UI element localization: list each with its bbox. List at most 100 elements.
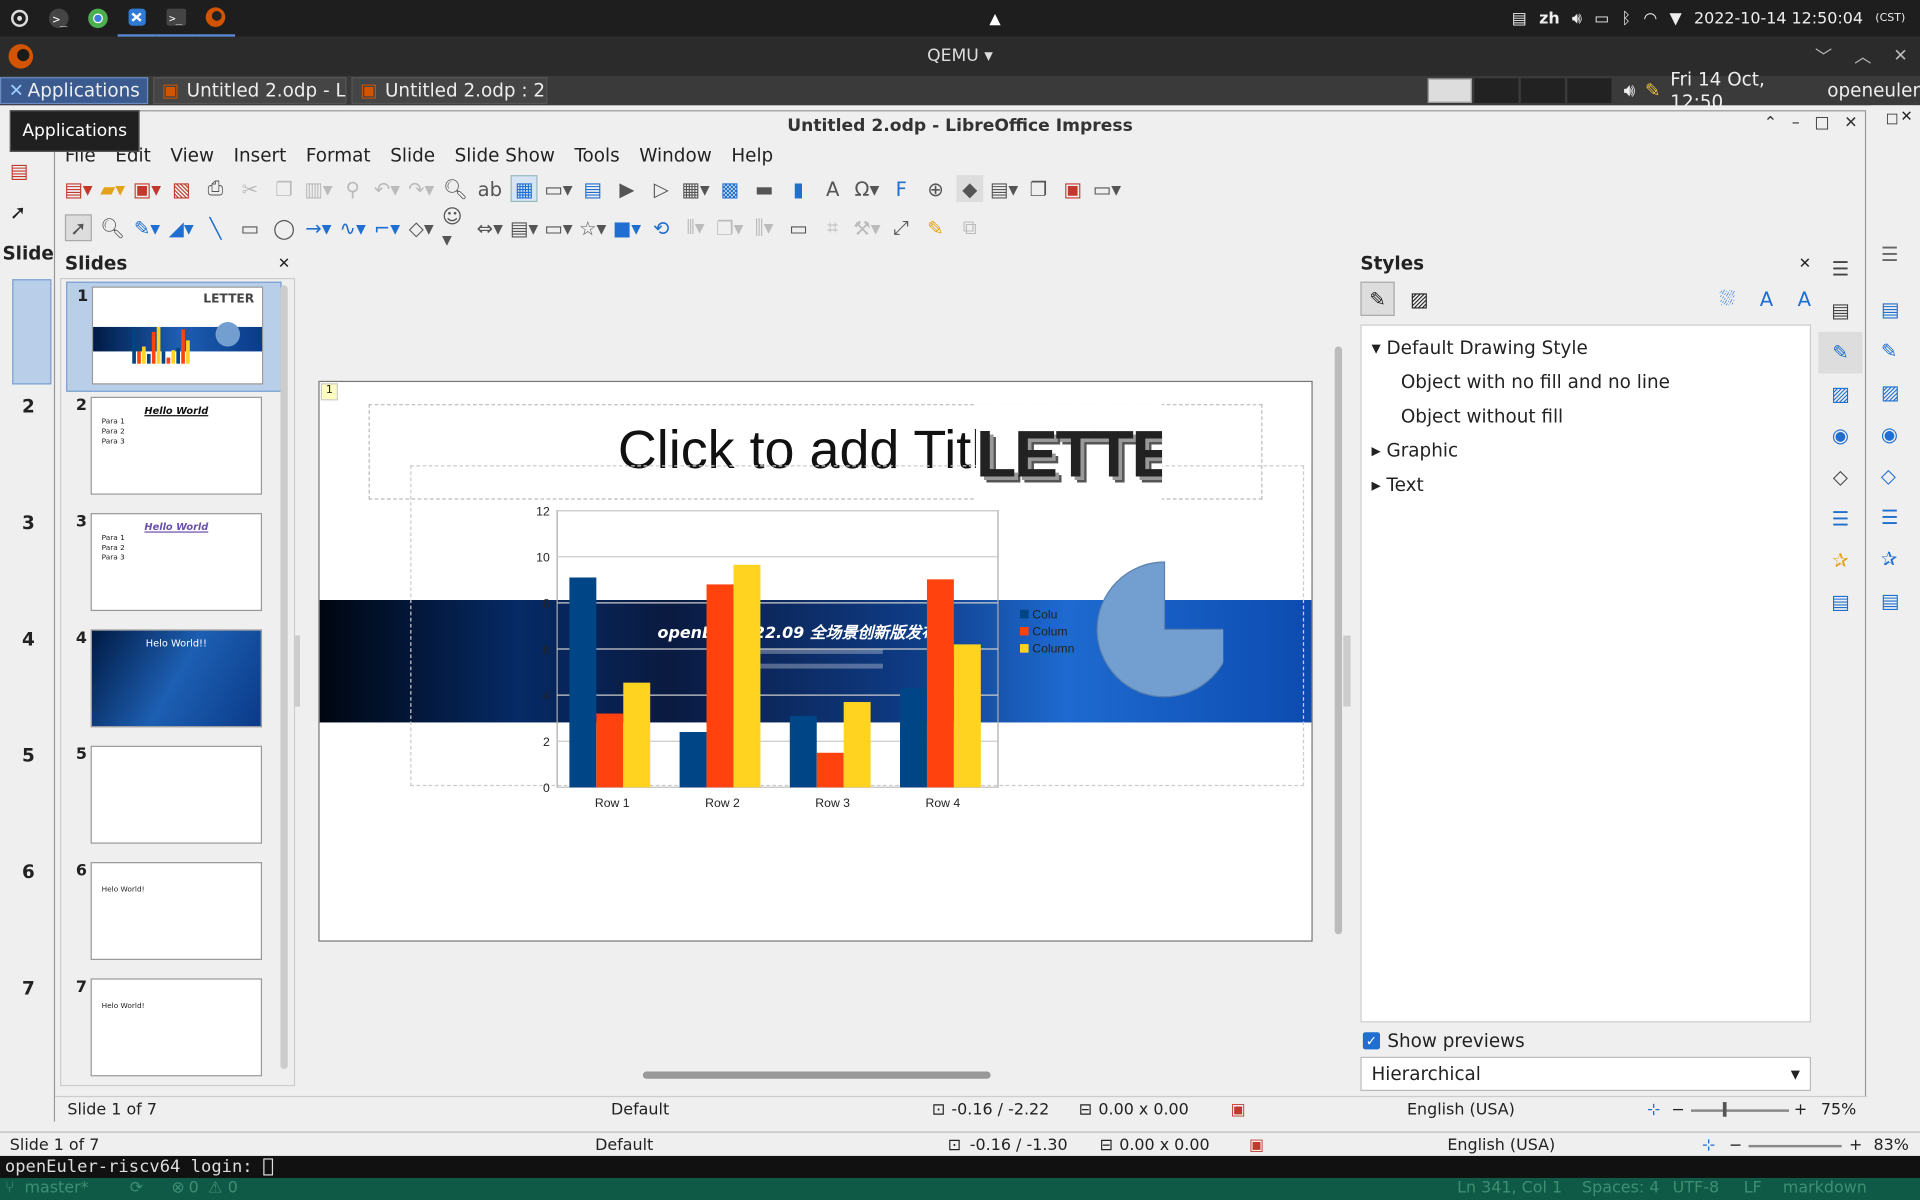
volume-icon[interactable]: 🔊︎ bbox=[1572, 9, 1582, 27]
pie-chart[interactable]: Colu Colum Column bbox=[1015, 553, 1224, 712]
slide-thumb-6[interactable]: 6 Helo World! bbox=[66, 857, 282, 973]
hyperlink-icon[interactable]: ⊕ bbox=[922, 175, 949, 202]
insert-media-icon[interactable]: ▬ bbox=[751, 175, 778, 202]
start-current-slide-icon[interactable]: ▷ bbox=[648, 175, 675, 202]
slides-panel-close-icon[interactable]: ✕ bbox=[278, 255, 290, 272]
eol[interactable]: LF bbox=[1744, 1178, 1762, 1200]
workspace-switcher[interactable] bbox=[1427, 78, 1612, 103]
bar-chart[interactable]: 0 2 4 6 8 10 12 Row 1 Row 2 Row 3 Row 4 bbox=[516, 498, 1006, 816]
stars-icon[interactable]: ☆▾ bbox=[579, 214, 606, 241]
indentation[interactable]: Spaces: 4 bbox=[1582, 1178, 1659, 1200]
expand-right-icon[interactable]: ▸ bbox=[1371, 474, 1380, 496]
fit-slide-icon[interactable]: ⊹ bbox=[1647, 1101, 1660, 1119]
encoding[interactable]: UTF-8 bbox=[1673, 1178, 1719, 1200]
panel-user[interactable]: openeuler bbox=[1827, 80, 1920, 102]
filter-icon[interactable]: ⚒▾ bbox=[853, 214, 880, 241]
wifi-icon[interactable]: ◠ bbox=[1643, 9, 1657, 27]
tree-style-no-fill-no-line[interactable]: Object with no fill and no line bbox=[1371, 365, 1800, 399]
errors-count[interactable]: 0 bbox=[189, 1178, 199, 1200]
slide-transition-tab-icon[interactable]: ▤ bbox=[1818, 582, 1862, 624]
window-minimize-icon[interactable]: – bbox=[1792, 114, 1800, 132]
chrome-app-icon[interactable] bbox=[78, 0, 117, 37]
slide-thumb-4[interactable]: 4 Helo World!! bbox=[66, 624, 282, 740]
menu-tools[interactable]: Tools bbox=[565, 144, 630, 166]
ellipse-tool-icon[interactable]: ◯ bbox=[271, 214, 298, 241]
back-status-language[interactable]: English (USA) bbox=[1447, 1136, 1555, 1154]
new-style-icon[interactable]: A bbox=[1760, 287, 1773, 310]
rectangle-tool-icon[interactable]: ▭ bbox=[236, 214, 263, 241]
duplicate-slide-icon[interactable]: ❐ bbox=[1025, 175, 1052, 202]
new-icon[interactable]: ▤▾ bbox=[64, 175, 92, 202]
show-previews-row[interactable]: ✓ Show previews bbox=[1353, 1027, 1818, 1054]
sidebar-menu-icon[interactable]: ☰ bbox=[1818, 249, 1862, 291]
menu-window[interactable]: Window bbox=[630, 144, 722, 166]
slide-thumb-7[interactable]: 7 Helo World! bbox=[66, 973, 282, 1084]
back-zoom-level[interactable]: 83% bbox=[1873, 1136, 1908, 1154]
curve-tool-icon[interactable]: ∿▾ bbox=[339, 214, 366, 241]
status-layout[interactable]: Default bbox=[611, 1101, 669, 1119]
3d-objects-icon[interactable]: ■▾ bbox=[613, 214, 641, 241]
right-pane-collapse-handle[interactable] bbox=[1343, 635, 1351, 707]
show-draw-functions-icon[interactable]: ◆ bbox=[956, 175, 984, 203]
terminal2-app-icon[interactable]: >_ bbox=[156, 0, 196, 37]
tree-style-without-fill[interactable]: Object without fill bbox=[1371, 399, 1800, 433]
activities-icon[interactable] bbox=[0, 0, 39, 37]
panel-notify-icon[interactable]: ✎ bbox=[1645, 80, 1660, 102]
back-status-layout[interactable]: Default bbox=[595, 1136, 653, 1154]
shadow-icon[interactable]: ▭ bbox=[785, 214, 812, 241]
back-modified-icon[interactable]: ▣ bbox=[1249, 1136, 1264, 1154]
back-zoom-out-icon[interactable]: − bbox=[1729, 1136, 1742, 1154]
input-method-indicator[interactable]: zh bbox=[1539, 9, 1560, 27]
vertical-scrollbar[interactable] bbox=[1334, 346, 1343, 935]
zoom-slider-thumb[interactable] bbox=[1722, 1102, 1727, 1117]
gallery-tab-icon[interactable]: ▨ bbox=[1818, 373, 1862, 415]
warnings-icon[interactable]: ⚠ bbox=[208, 1178, 222, 1200]
menu-slide[interactable]: Slide bbox=[380, 144, 444, 166]
window-close-icon[interactable]: ✕ bbox=[1844, 114, 1857, 132]
task-impress-1[interactable]: ▣ Untitled 2.odp - Li... bbox=[153, 77, 347, 105]
print-icon[interactable]: ⎙ bbox=[202, 175, 229, 202]
qemu-minimize-icon[interactable]: ﹀ bbox=[1815, 44, 1832, 68]
basic-shapes-icon[interactable]: ◇▾ bbox=[408, 214, 435, 241]
line-color-icon[interactable]: ✎▾ bbox=[133, 214, 160, 241]
zoom-in-icon[interactable]: + bbox=[1794, 1101, 1807, 1119]
open-icon[interactable]: ▰▾ bbox=[99, 175, 126, 202]
callouts-icon[interactable]: ▭▾ bbox=[544, 214, 572, 241]
zoom-pan-icon[interactable]: 🔍︎ bbox=[99, 214, 126, 241]
qemu-menu-chevron-icon[interactable]: ▾ bbox=[984, 47, 993, 67]
style-filter-select[interactable]: Hierarchical ▾ bbox=[1360, 1056, 1812, 1092]
block-arrows-icon[interactable]: ⇔▾ bbox=[476, 214, 503, 241]
expand-right-icon[interactable]: ▸ bbox=[1371, 440, 1380, 462]
distribute-icon[interactable]: ⫼▾ bbox=[751, 214, 778, 241]
symbol-shapes-icon[interactable]: ☺▾ bbox=[442, 204, 469, 251]
insert-textbox-icon[interactable]: A bbox=[819, 175, 846, 202]
qemu-maximize-icon[interactable]: ︿ bbox=[1854, 44, 1871, 68]
drawing-styles-icon[interactable]: ✎ bbox=[1360, 281, 1395, 316]
fill-format-mode-icon[interactable]: ⛆ bbox=[1720, 287, 1736, 311]
arrow-tool-icon[interactable]: →▾ bbox=[305, 214, 332, 241]
fontwork-letter[interactable]: LETTER bbox=[975, 404, 1163, 505]
properties-tab-icon[interactable]: ▤ bbox=[1818, 290, 1862, 332]
styles-close-icon[interactable]: ✕ bbox=[1799, 255, 1811, 272]
toggle-extrusion-icon[interactable]: ⧉ bbox=[956, 214, 983, 241]
cut-icon[interactable]: ✂ bbox=[236, 175, 263, 202]
show-previews-checkbox[interactable]: ✓ bbox=[1362, 1032, 1381, 1050]
line-tool-icon[interactable]: ╲ bbox=[202, 214, 229, 241]
back-sidebar-menu-icon[interactable]: ☰ bbox=[1881, 242, 1899, 265]
select-tool-icon[interactable]: ➚ bbox=[64, 214, 92, 242]
arrange-icon[interactable]: ❐▾ bbox=[716, 214, 743, 241]
expand-down-icon[interactable]: ▾ bbox=[1371, 337, 1380, 359]
back-close-icon[interactable]: ✕ bbox=[1900, 108, 1912, 125]
tree-text[interactable]: ▸ Text bbox=[1371, 468, 1800, 502]
flowchart-icon[interactable]: ▤▾ bbox=[510, 214, 538, 241]
sync-icon[interactable]: ⟳ bbox=[130, 1178, 143, 1200]
slides-scrollbar[interactable] bbox=[280, 285, 288, 1069]
align-icon[interactable]: ⫴▾ bbox=[682, 214, 709, 241]
vscode-app-icon[interactable] bbox=[117, 0, 157, 37]
insert-image-icon[interactable]: ▩ bbox=[716, 175, 743, 202]
save-icon[interactable]: ▣▾ bbox=[133, 175, 161, 202]
navigator-tab-icon[interactable]: ◉ bbox=[1818, 415, 1862, 457]
update-style-icon[interactable]: A bbox=[1798, 287, 1811, 310]
delete-slide-icon[interactable]: ▣ bbox=[1059, 175, 1086, 202]
git-branch[interactable]: master* bbox=[24, 1178, 88, 1200]
